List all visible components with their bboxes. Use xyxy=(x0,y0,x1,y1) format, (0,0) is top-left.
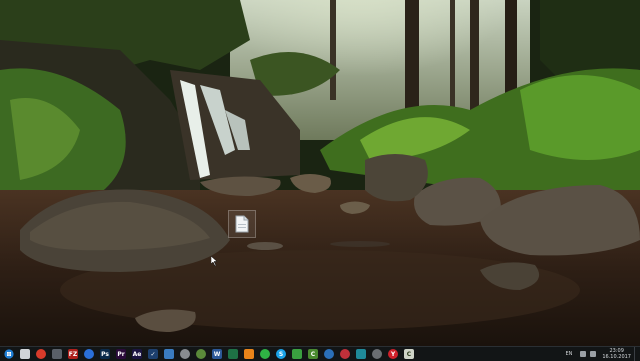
wallpaper-forest-waterfall xyxy=(0,0,640,346)
language-indicator[interactable]: EN xyxy=(565,351,572,357)
taskbar-icon-tasks[interactable]: ✓ xyxy=(148,349,158,359)
taskbar-icon-vlc[interactable] xyxy=(244,349,254,359)
start-button[interactable] xyxy=(1,347,17,361)
taskbar-icon-calculator[interactable] xyxy=(52,349,62,359)
desktop[interactable] xyxy=(0,0,640,346)
taskbar-icon-photoshop[interactable]: Ps xyxy=(100,349,110,359)
system-tray: EN 23:09 16.10.2017 xyxy=(565,347,638,361)
taskbar-icon-camtasia[interactable]: C xyxy=(308,349,318,359)
network-icon[interactable] xyxy=(580,351,587,357)
taskbar-icon-skype[interactable]: S xyxy=(276,349,286,359)
taskbar-pinned-apps: FZ Ps Pr Ae ✓ W S C Y C xyxy=(17,347,417,361)
show-desktop-button[interactable] xyxy=(634,347,638,361)
taskbar: FZ Ps Pr Ae ✓ W S C Y C EN 23:09 16.10.2017 xyxy=(0,346,640,361)
taskbar-icon-firefox[interactable] xyxy=(84,349,94,359)
clock[interactable]: 23:09 16.10.2017 xyxy=(602,348,631,360)
clock-date: 16.10.2017 xyxy=(602,354,631,360)
taskbar-icon-filezilla[interactable]: FZ xyxy=(68,349,78,359)
taskbar-icon-green-square[interactable] xyxy=(292,349,302,359)
taskbar-icon-chrome[interactable] xyxy=(36,349,46,359)
taskbar-icon-explorer[interactable] xyxy=(20,349,30,359)
windows-icon xyxy=(4,349,14,359)
mouse-cursor-icon xyxy=(211,256,218,266)
taskbar-icon-settings[interactable] xyxy=(372,349,382,359)
taskbar-icon-excel[interactable] xyxy=(228,349,238,359)
taskbar-icon-photos[interactable] xyxy=(356,349,366,359)
taskbar-icon-premiere[interactable]: Pr xyxy=(116,349,126,359)
taskbar-icon-green-app[interactable] xyxy=(196,349,206,359)
taskbar-icon-yandex[interactable]: Y xyxy=(388,349,398,359)
taskbar-icon-after-effects[interactable]: Ae xyxy=(132,349,142,359)
taskbar-icon-opera[interactable] xyxy=(340,349,350,359)
taskbar-icon-word[interactable]: W xyxy=(212,349,222,359)
desktop-file-icon[interactable] xyxy=(228,210,256,238)
taskbar-icon-search-app[interactable] xyxy=(324,349,334,359)
taskbar-icon-steam[interactable] xyxy=(164,349,174,359)
taskbar-icon-whatsapp[interactable] xyxy=(260,349,270,359)
document-icon xyxy=(235,215,249,233)
taskbar-icon-clock-app[interactable] xyxy=(180,349,190,359)
taskbar-icon-camtasia-recorder[interactable]: C xyxy=(404,349,414,359)
volume-icon[interactable] xyxy=(590,351,597,357)
